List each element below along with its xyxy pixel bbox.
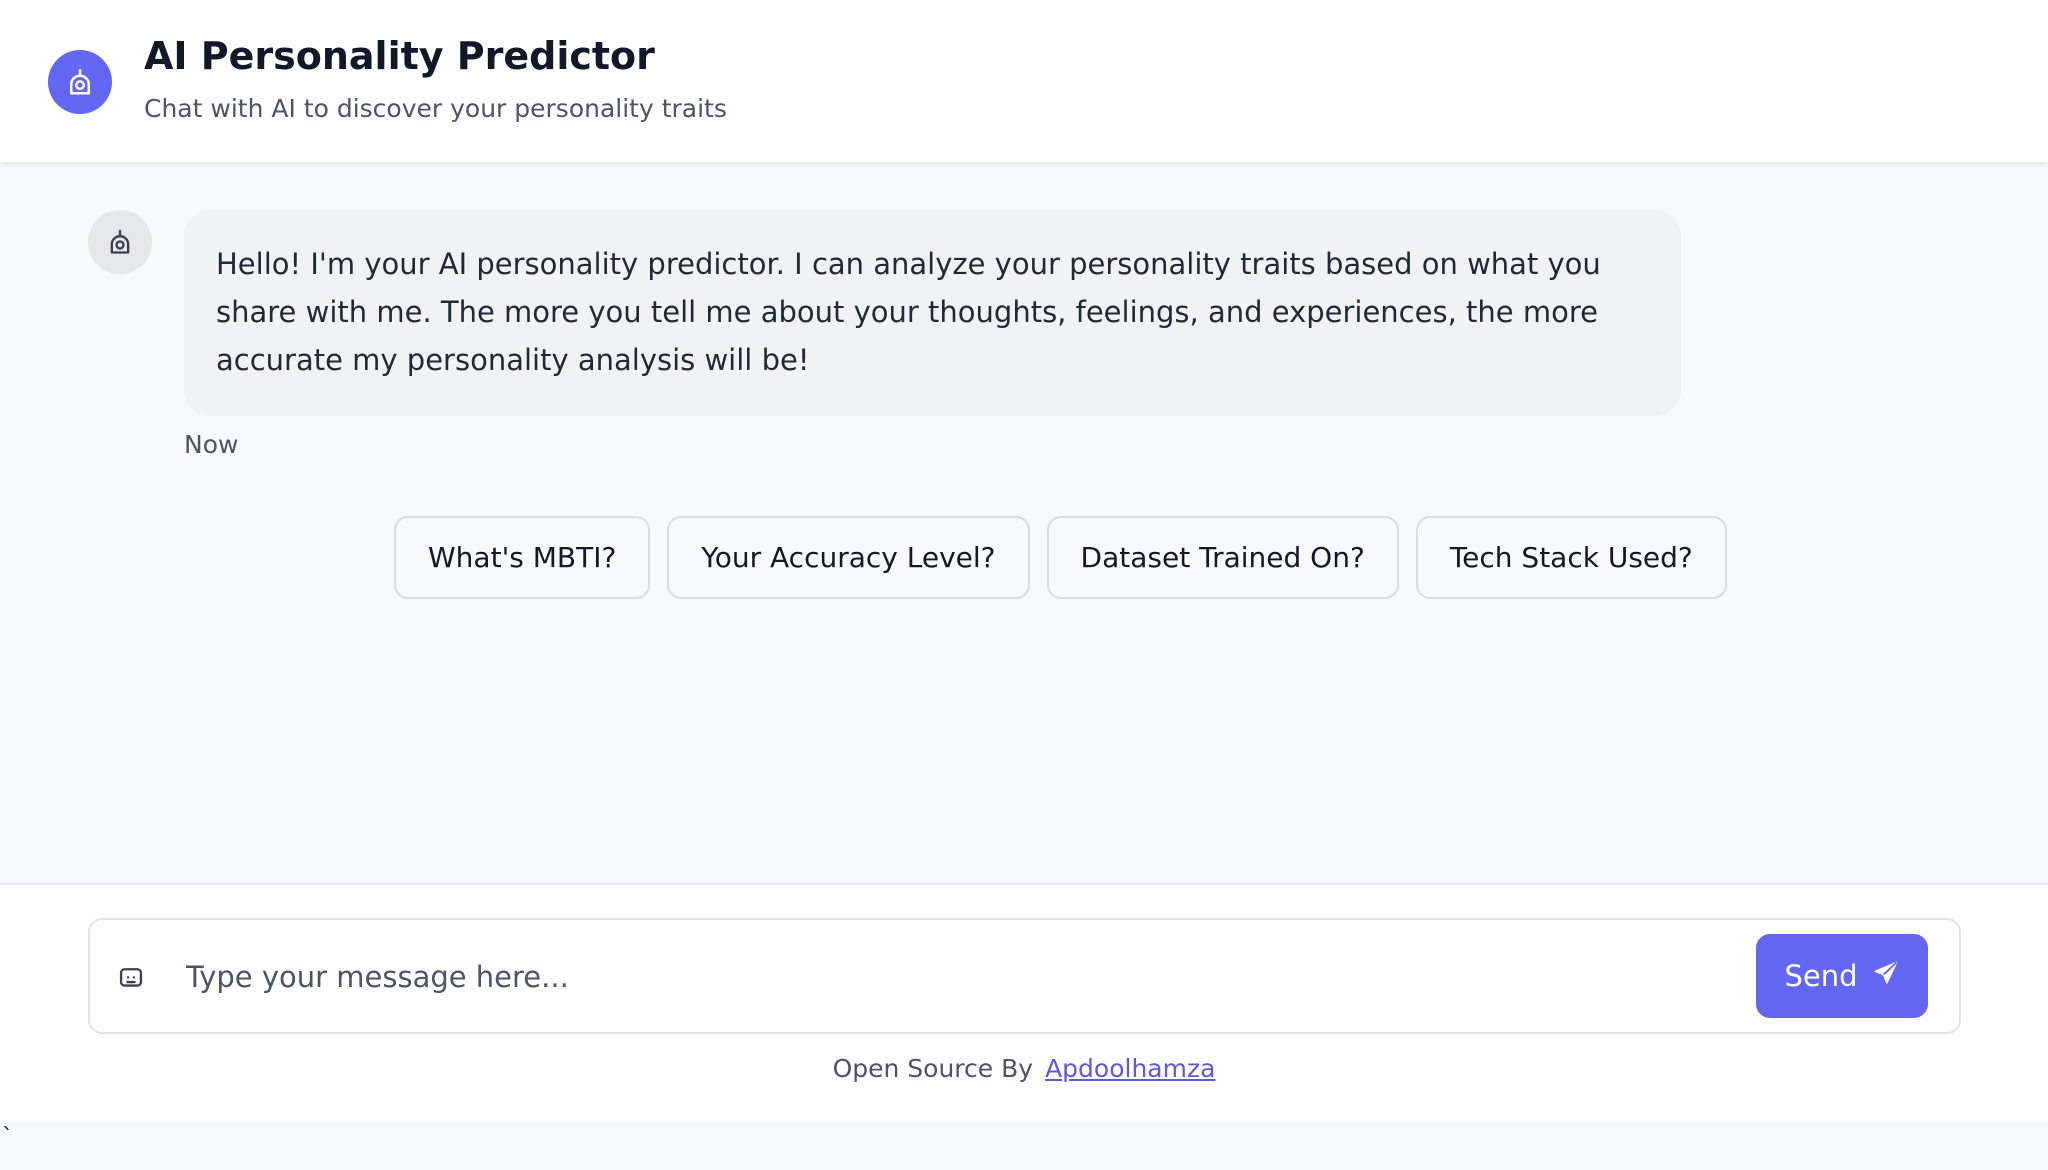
message-input[interactable] bbox=[186, 948, 1826, 1006]
credit-prefix: Open Source By bbox=[832, 1054, 1034, 1083]
send-button[interactable]: Send bbox=[1756, 934, 1928, 1018]
suggestion-dataset-button[interactable]: Dataset Trained On? bbox=[1046, 516, 1399, 599]
chat-area[interactable]: Hello! I'm your AI personality predictor… bbox=[0, 162, 2048, 883]
composer-footer: Send Open Source By Apdoolhamza bbox=[0, 883, 2048, 1121]
footer-credit: Open Source By Apdoolhamza bbox=[0, 1054, 2048, 1083]
message-timestamp: Now bbox=[184, 430, 239, 459]
suggestion-chips: What's MBTI? Your Accuracy Level? Datase… bbox=[394, 516, 1727, 599]
robot-icon bbox=[48, 50, 112, 114]
paper-plane-icon bbox=[1872, 959, 1900, 994]
send-button-label: Send bbox=[1784, 959, 1858, 993]
suggestion-tech-stack-button[interactable]: Tech Stack Used? bbox=[1415, 516, 1727, 599]
bot-message-bubble: Hello! I'm your AI personality predictor… bbox=[184, 210, 1681, 416]
robot-icon bbox=[88, 210, 152, 274]
suggestion-mbti-button[interactable]: What's MBTI? bbox=[394, 516, 651, 599]
stray-backtick: ` bbox=[2, 1125, 13, 1150]
app-root: AI Personality Predictor Chat with AI to… bbox=[0, 0, 2048, 1170]
app-header: AI Personality Predictor Chat with AI to… bbox=[0, 0, 2048, 162]
bottom-strip: ` bbox=[0, 1121, 2048, 1170]
app-title: AI Personality Predictor bbox=[144, 34, 655, 78]
app-subtitle: Chat with AI to discover your personalit… bbox=[144, 94, 727, 123]
chat-bubble-icon bbox=[116, 963, 146, 993]
suggestion-accuracy-button[interactable]: Your Accuracy Level? bbox=[667, 516, 1030, 599]
message-composer: Send bbox=[88, 918, 1961, 1034]
author-link[interactable]: Apdoolhamza bbox=[1045, 1054, 1215, 1083]
